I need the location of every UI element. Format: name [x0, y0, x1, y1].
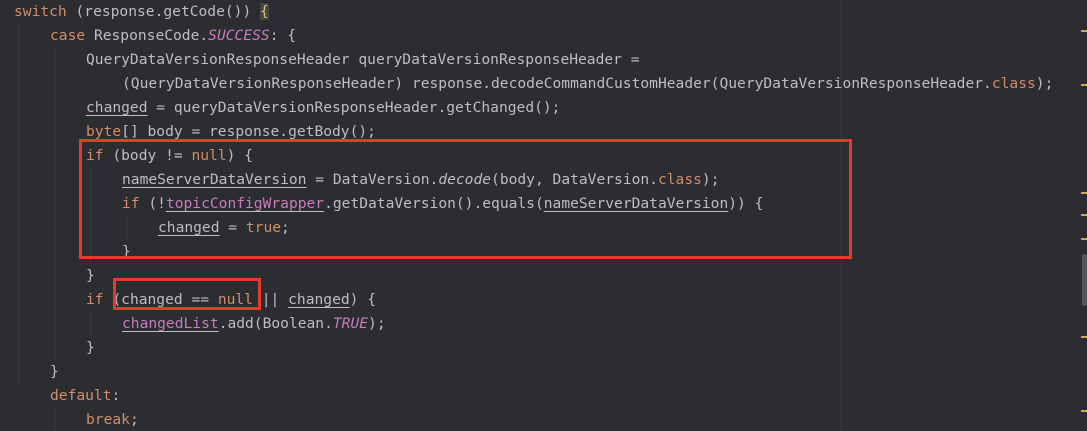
code-line-2: case ResponseCode.SUCCESS: { [14, 24, 1087, 48]
code-line-1: switch (response.getCode()) { [14, 0, 1087, 24]
code-text: ); [1035, 75, 1054, 92]
code-text: ResponseCode. [85, 27, 209, 44]
code-line-4: (QueryDataVersionResponseHeader) respons… [14, 72, 1087, 96]
constant: SUCCESS [208, 27, 270, 44]
code-line-5: changed = queryDataVersionResponseHeader… [14, 96, 1087, 120]
gutter-marker[interactable] [1081, 84, 1087, 86]
error-stripe-gutter[interactable] [1081, 0, 1087, 431]
keyword: switch [14, 3, 67, 20]
gutter-marker[interactable] [1081, 192, 1087, 194]
code-text: } [86, 267, 95, 284]
code-text: = queryDataVersionResponseHeader.getChan… [147, 99, 561, 116]
code-text: } [86, 339, 95, 356]
code-text: ) { [349, 291, 377, 308]
code-line-3: QueryDataVersionResponseHeader queryData… [14, 48, 1087, 72]
code-text: (response.getCode()) [66, 3, 261, 20]
matched-brace: { [260, 3, 269, 20]
keyword: case [50, 27, 86, 44]
code-line-14: changedList.add(Boolean.TRUE); [14, 312, 1087, 336]
code-text: ; [129, 411, 139, 428]
code-line-15: } [14, 336, 1087, 360]
keyword: default [50, 387, 112, 404]
variable: changed [288, 291, 350, 308]
code-text: [] body = response.getBody(); [121, 123, 376, 140]
code-editor[interactable]: switch (response.getCode()) { case Respo… [0, 0, 1087, 431]
gutter-marker[interactable] [1081, 410, 1087, 412]
annotation-box-if-block [79, 139, 852, 259]
gutter-marker[interactable] [1081, 214, 1087, 216]
code-text: { [278, 27, 297, 44]
scrollbar-thumb[interactable] [1082, 254, 1087, 306]
constant: TRUE [332, 315, 369, 332]
code-text: QueryDataVersionResponseHeader queryData… [86, 51, 640, 68]
code-text: : [111, 387, 121, 404]
code-line-18: break; [14, 408, 1087, 431]
gutter-marker[interactable] [1081, 30, 1087, 32]
field: changedList [122, 315, 219, 332]
keyword: if [86, 291, 104, 308]
keyword: byte [86, 123, 122, 140]
variable: changed [86, 99, 148, 116]
code-line-17: default: [14, 384, 1087, 408]
gutter-marker[interactable] [1081, 336, 1087, 338]
code-text: (QueryDataVersionResponseHeader) respons… [122, 75, 992, 92]
code-text: } [50, 363, 59, 380]
annotation-box-null-check [113, 278, 261, 310]
gutter-marker[interactable] [1081, 238, 1087, 240]
code-text: .add(Boolean. [218, 315, 333, 332]
code-text: ); [368, 315, 386, 332]
code-line-16: } [14, 360, 1087, 384]
keyword: break [86, 411, 130, 428]
keyword: class [991, 75, 1036, 92]
